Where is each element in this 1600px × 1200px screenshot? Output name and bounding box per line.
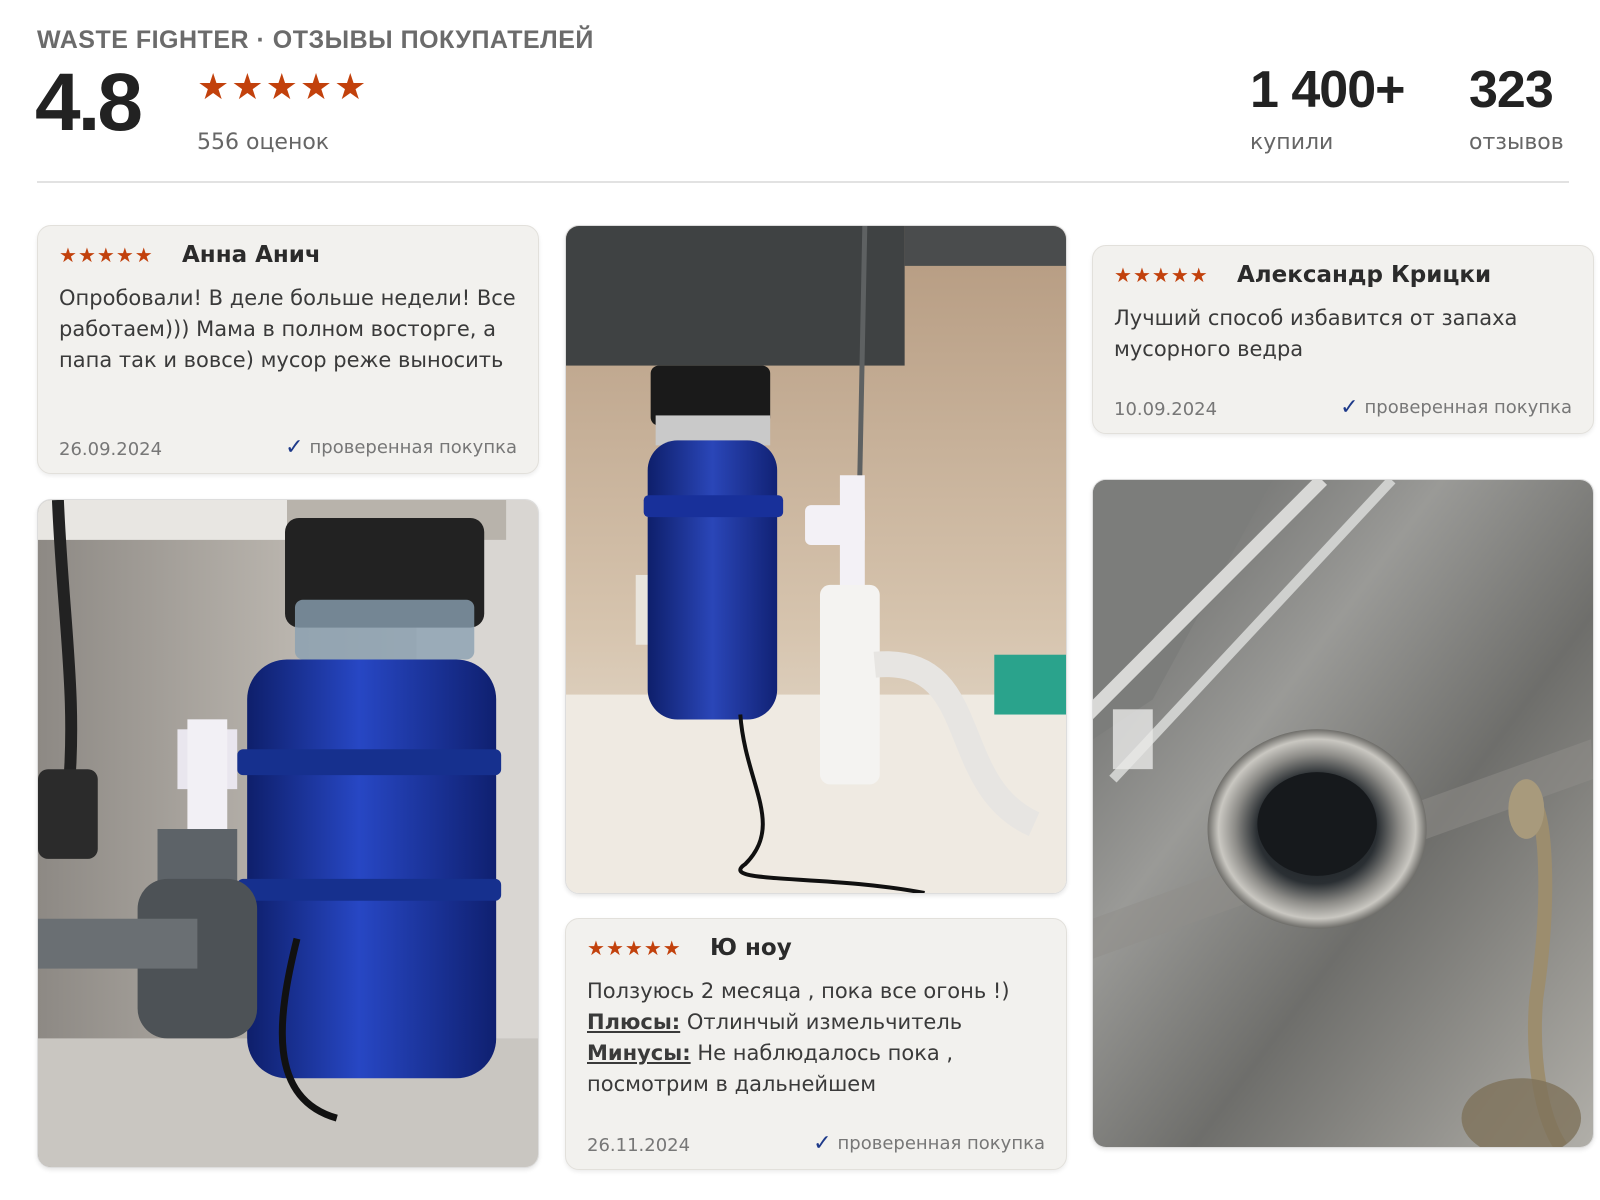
bought-label: купили <box>1250 130 1334 155</box>
rating-stars: ★ ★ ★ ★ ★ <box>197 70 366 106</box>
star-icon: ★ <box>59 243 77 267</box>
star-icon: ★ <box>643 936 662 960</box>
review-stars: ★ ★ ★ ★ ★ <box>59 245 153 265</box>
star-icon: ★ <box>1151 263 1170 287</box>
review-card: ★ ★ ★ ★ ★ Ю ноу Ползуюсь 2 месяца , пока все… <box>565 918 1067 1170</box>
star-icon: ★ <box>134 243 153 267</box>
bought-value: 1 400+ <box>1250 61 1405 119</box>
header-divider <box>37 181 1569 183</box>
verified-label: проверенная покупка <box>1364 397 1572 418</box>
reviews-value: 323 <box>1469 61 1554 119</box>
checkmark-icon: ✓ <box>1340 395 1359 420</box>
review-date: 26.11.2024 <box>587 1135 691 1156</box>
star-icon: ★ <box>587 936 605 960</box>
review-card: ★ ★ ★ ★ ★ Анна Анич Опробовали! В деле больш… <box>37 225 539 474</box>
review-author: Ю ноу <box>710 935 792 961</box>
star-icon: ★ <box>1189 263 1208 287</box>
average-rating: 4.8 <box>35 57 143 148</box>
review-cons: Минусы: Не наблюдалось пока , посмотрим … <box>587 1038 1050 1100</box>
review-text: Лучший способ избавится от запаха мусорн… <box>1114 306 1518 361</box>
star-icon: ★ <box>115 243 134 267</box>
verified-purchase: ✓ проверенная покупка <box>813 1131 1045 1156</box>
review-text: Опробовали! В деле больше недели! Все ра… <box>59 286 516 372</box>
sink-photo-image <box>1093 480 1593 1147</box>
review-author: Анна Анич <box>182 242 321 268</box>
star-icon: ★ <box>1114 263 1132 287</box>
review-date: 10.09.2024 <box>1114 399 1218 420</box>
pros-label: Плюсы: <box>587 1010 681 1034</box>
star-icon: ★ <box>96 243 115 267</box>
installation-photo-image <box>566 226 1066 893</box>
review-photo-installation[interactable] <box>565 225 1067 894</box>
review-text-block: Ползуюсь 2 месяца , пока все огонь !) Пл… <box>587 976 1050 1100</box>
star-icon: ★ <box>1170 263 1189 287</box>
verified-purchase: ✓ проверенная покупка <box>285 435 517 460</box>
review-photo-disposer[interactable] <box>37 499 539 1168</box>
reviews-label: отзывов <box>1469 130 1564 155</box>
brand-title: WASTE FIGHTER · ОТЗЫВЫ ПОКУПАТЕЛЕЙ <box>37 26 594 54</box>
verified-label: проверенная покупка <box>309 437 517 458</box>
review-author: Александр Крицки <box>1237 262 1492 288</box>
star-icon: ★ <box>605 936 624 960</box>
verified-label: проверенная покупка <box>837 1133 1045 1154</box>
review-pros: Плюсы: Отлинчый измельчитель <box>587 1007 1050 1038</box>
review-photo-sink[interactable] <box>1092 479 1594 1148</box>
star-icon: ★ <box>299 67 333 108</box>
bought-stat: 1 400+ купили <box>1250 64 1405 155</box>
verified-purchase: ✓ проверенная покупка <box>1340 395 1572 420</box>
star-icon: ★ <box>334 67 367 108</box>
checkmark-icon: ✓ <box>285 435 304 460</box>
reviews-stat: 323 отзывов <box>1469 64 1564 155</box>
checkmark-icon: ✓ <box>813 1131 832 1156</box>
review-text: Ползуюсь 2 месяца , пока все огонь !) <box>587 979 1010 1003</box>
cons-label: Минусы: <box>587 1041 691 1065</box>
star-icon: ★ <box>265 67 298 108</box>
star-icon: ★ <box>197 67 230 108</box>
disposer-photo-image <box>38 500 538 1167</box>
star-icon: ★ <box>624 936 643 960</box>
review-date: 26.09.2024 <box>59 439 163 460</box>
star-icon: ★ <box>662 936 681 960</box>
review-stars: ★ ★ ★ ★ ★ <box>587 938 681 958</box>
pros-text: Отлинчый измельчитель <box>680 1010 963 1034</box>
star-icon: ★ <box>77 243 96 267</box>
ratings-count: 556 оценок <box>197 130 330 155</box>
reviews-header: WASTE FIGHTER · ОТЗЫВЫ ПОКУПАТЕЛЕЙ 4.8 ★… <box>35 26 1569 184</box>
review-card: ★ ★ ★ ★ ★ Александр Крицки Лучший способ изб… <box>1092 245 1594 434</box>
star-icon: ★ <box>1132 263 1151 287</box>
review-stars: ★ ★ ★ ★ ★ <box>1114 265 1208 285</box>
star-icon: ★ <box>231 67 264 108</box>
